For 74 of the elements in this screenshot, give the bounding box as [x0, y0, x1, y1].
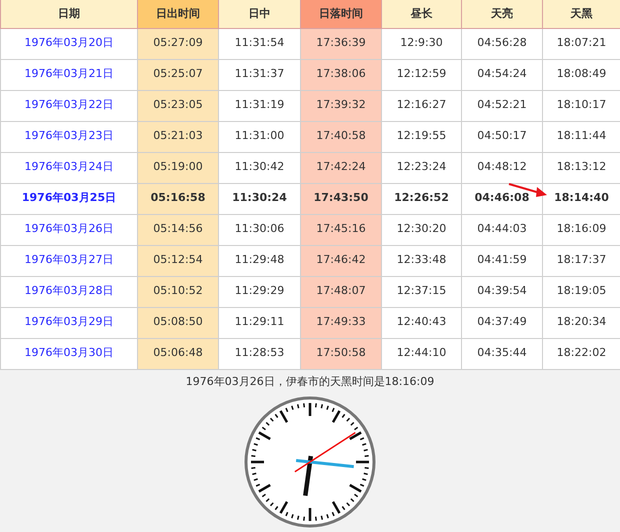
table-cell: 04:35:44	[477, 346, 527, 360]
table-cell: 17:40:58	[316, 129, 366, 142]
table-cell: 11:30:24	[232, 191, 287, 204]
table-cell: 11:29:29	[234, 284, 284, 298]
table-cell: 12:9:30	[400, 36, 443, 50]
column-header: 天黑	[542, 0, 620, 28]
table-cell: 11:31:54	[234, 36, 284, 50]
column-header: 日中	[218, 0, 300, 28]
column-header: 天亮	[462, 0, 542, 28]
table-cell: 17:43:50	[314, 191, 368, 204]
table-cell: 11:30:42	[234, 160, 284, 174]
column-header: 日期	[0, 0, 138, 28]
table-cell: 11:30:06	[234, 222, 284, 236]
table-cell: 04:46:08	[474, 191, 530, 204]
table-cell: 04:48:12	[477, 160, 527, 174]
table-cell: 04:54:24	[477, 67, 527, 80]
table-cell: 18:10:17	[556, 98, 606, 112]
table-cell: 18:11:44	[556, 129, 606, 142]
table-cell: 18:16:09	[556, 222, 606, 236]
table-cell: 11:29:11	[234, 315, 284, 328]
table-cell: 05:27:09	[153, 36, 203, 50]
table-cell: 05:25:07	[153, 67, 203, 80]
table-cell: 12:19:55	[396, 129, 446, 142]
table-cell: 12:16:27	[396, 98, 446, 112]
table-cell: 18:07:21	[556, 36, 606, 50]
table-cell: 12:23:24	[396, 160, 446, 174]
table-cell: 04:39:54	[477, 284, 527, 298]
table-cell: 05:16:58	[150, 191, 206, 204]
column-header: 日出时间	[138, 0, 218, 28]
table-cell: 18:08:49	[556, 67, 606, 80]
table-cell: 17:39:32	[316, 98, 366, 112]
table-cell: 04:56:28	[477, 36, 527, 50]
table-cell: 05:23:05	[153, 98, 203, 112]
table-cell: 17:38:06	[316, 67, 366, 80]
table-cell: 05:21:03	[153, 129, 203, 142]
table-cell: 12:12:59	[396, 67, 446, 80]
table-cell: 17:50:58	[316, 346, 366, 360]
table-cell: 05:12:54	[153, 253, 203, 266]
table-cell: 17:49:33	[316, 315, 366, 328]
table-cell: 05:08:50	[153, 315, 203, 328]
table-cell: 18:22:02	[556, 346, 606, 360]
table-cell: 04:50:17	[477, 129, 527, 142]
column-header: 日落时间	[300, 0, 382, 28]
table-cell: 12:30:20	[396, 222, 446, 236]
table-cell: 05:19:00	[153, 160, 203, 174]
table-cell: 04:37:49	[477, 315, 527, 328]
table-cell: 04:41:59	[477, 253, 527, 266]
table-cell: 05:10:52	[153, 284, 203, 298]
caption-text: 1976年03月26日，伊春市的天黑时间是18:16:09	[186, 374, 434, 388]
table-cell: 12:37:15	[396, 284, 446, 298]
table-cell: 17:45:16	[316, 222, 366, 236]
table-cell: 04:44:03	[477, 222, 527, 236]
column-header: 昼长	[382, 0, 462, 28]
table-cell: 18:19:05	[556, 284, 606, 298]
table-cell: 18:14:40	[554, 191, 609, 204]
table-cell: 12:33:48	[396, 253, 446, 266]
table-cell: 12:26:52	[394, 191, 449, 204]
table-cell: 17:36:39	[316, 36, 366, 50]
table-cell: 17:48:07	[316, 284, 366, 298]
table-cell: 11:29:48	[234, 253, 284, 266]
table-cell: 11:31:37	[234, 67, 284, 80]
table-cell: 17:42:24	[316, 160, 366, 174]
table-cell: 05:14:56	[153, 222, 203, 236]
table-cell: 18:20:34	[556, 315, 606, 328]
table-cell: 11:31:00	[234, 129, 284, 142]
table-cell: 12:40:43	[396, 315, 446, 328]
table-cell: 11:31:19	[234, 98, 284, 112]
table-cell: 18:17:37	[556, 253, 606, 266]
table-cell: 12:44:10	[396, 346, 446, 360]
table-cell: 04:52:21	[477, 98, 527, 112]
table-cell: 17:46:42	[316, 253, 366, 266]
table-cell: 18:13:12	[556, 160, 606, 174]
table-cell: 05:06:48	[153, 346, 203, 360]
table-cell: 11:28:53	[234, 346, 284, 360]
